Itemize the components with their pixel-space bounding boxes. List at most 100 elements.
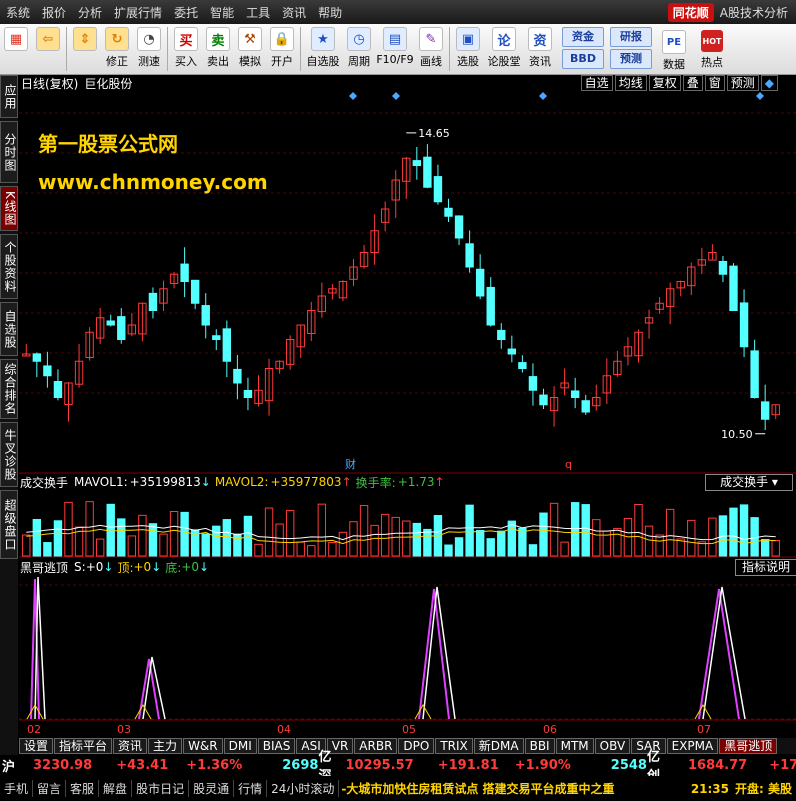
candlestick [127,313,137,337]
chevron-down-icon: ▾ [771,475,778,489]
data-button[interactable]: PE 数据 [658,27,690,77]
menu-item[interactable]: 分析 [72,4,108,21]
menu-item[interactable]: 扩展行情 [108,4,168,21]
candlestick [317,282,327,318]
candle-body [148,292,158,311]
candle-body [180,263,189,282]
diamond-marker-icon[interactable] [349,92,357,100]
ind-bottom-value: +0 [181,560,200,574]
indicator-tab[interactable]: TRIX [435,738,473,754]
sidebar-tab[interactable]: 个股资料 [0,234,18,299]
diamond-marker-icon[interactable] [539,92,547,100]
indicator-help-button[interactable]: 指标说明 [735,559,796,576]
cy-index[interactable]: 1684.77 [688,758,747,773]
toolbar-button[interactable]: 🔒 开户 [266,24,298,74]
sh-amount: 2698 [282,757,319,773]
candle-body [53,381,63,399]
toolbar-button[interactable]: ▣ 选股 [452,24,484,74]
candlestick [22,343,31,357]
forecast-button[interactable]: 预测 [610,49,652,69]
menu-item[interactable]: 帮助 [312,4,348,21]
sell-icon: 卖 [206,27,230,51]
indicator-tab[interactable]: EXPMA [666,738,719,754]
indicator-tab[interactable]: 资讯 [113,738,148,754]
news-bar-item[interactable]: 行情 [234,780,268,797]
finance-event-marker[interactable]: 财 [345,457,356,471]
toolbar-button[interactable]: ⚒ 模拟 [234,24,266,74]
vol-indicator-dropdown[interactable]: 成交换手 ▾ [705,474,793,491]
indicator-tab[interactable]: DMI [223,738,257,754]
hotspot-button[interactable]: HOT 热点 [696,27,728,77]
toolbar-button[interactable]: ⇕ [69,24,101,74]
toolbar-button[interactable]: 资资讯 [524,24,556,74]
sh-label: 沪 [2,759,16,775]
candlestick [539,388,548,409]
sidebar-tab[interactable]: 应用 [0,75,18,118]
news-bar-item[interactable]: 留言 [33,780,67,797]
indicator-tab[interactable]: 黑哥逃顶 [719,738,778,754]
menu-item[interactable]: 智能 [204,4,240,21]
news-bar-item[interactable]: 客服 [66,780,100,797]
indicator-tab[interactable]: 指标平台 [54,738,113,754]
news-bar-item[interactable]: 解盘 [99,780,133,797]
menu-item[interactable]: 资讯 [276,4,312,21]
toolbar-button[interactable]: 买买入 [170,24,202,74]
sidebar-tab[interactable]: 牛叉诊股 [0,422,18,487]
candlestick [528,363,538,406]
bbd-button[interactable]: BBD [562,49,604,69]
menu-item[interactable]: 报价 [36,4,72,21]
fund-button[interactable]: 资金 [562,27,604,47]
candle-body [497,329,506,341]
toolbar-button[interactable]: ⇦ [32,24,64,74]
indicator-tab[interactable]: DPO [398,738,435,754]
ind-bottom-label: 底: [165,560,182,575]
sz-index[interactable]: 10295.57 [345,758,413,773]
diamond-marker-icon[interactable] [756,92,764,100]
research-report-button[interactable]: 研报 [610,27,652,47]
toolbar-button[interactable]: ▦ [0,24,32,74]
indicator-tab[interactable]: BBI [524,738,555,754]
menu-item[interactable]: 系统 [0,4,36,21]
indicator-tab[interactable]: 设置 [19,738,54,754]
sidebar-tab[interactable]: 分时图 [0,121,18,183]
sidebar-tab[interactable]: 综合排名 [0,359,18,419]
menu-item[interactable]: 委托 [168,4,204,21]
news-bar-item[interactable]: 手机 [0,780,34,797]
toolbar-button[interactable]: ▤ F10/F9 [375,24,415,74]
news-headline[interactable]: -大城市加快住房租赁试点 搭建交易平台成重中之重 [341,780,614,797]
toolbar-button[interactable]: 卖卖出 [202,24,234,74]
toolbar-button[interactable]: 论论股堂 [484,24,524,74]
indicator-tab[interactable]: 新DMA [473,738,524,754]
diamond-marker-icon[interactable] [392,92,400,100]
news-bar-item[interactable]: 24小时滚动 [267,780,340,797]
toolbar-button[interactable]: ◷ 周期 [343,24,375,74]
volume-bar [655,534,664,557]
candlestick [359,244,369,269]
candlestick [190,279,200,310]
indicator-tab[interactable]: ARBR [354,738,398,754]
star-icon: ★ [311,27,335,51]
sh-index[interactable]: 3230.98 [33,758,92,773]
down-arrow-icon: ↓ [199,560,210,574]
candlestick [602,358,612,404]
indicator-tab[interactable]: OBV [594,738,631,754]
mavol2-value: +35977803 [270,475,342,489]
q-event-marker[interactable]: q [565,458,572,471]
toolbar-button[interactable]: ↻ 修正 [101,24,133,74]
ind-top-label: 顶: [117,560,134,575]
news-bar-item[interactable]: 股灵通 [189,780,235,797]
sidebar-tab[interactable]: K线图 [0,186,18,231]
index-status-bar: 沪 3230.98 +43.41 +1.36% 2698 亿深 10295.57… [0,750,796,784]
indicator-tab[interactable]: 主力 [148,738,183,754]
menu-item[interactable]: 工具 [240,4,276,21]
toolbar-button[interactable]: ★ 自选股 [303,24,343,74]
indicator-tab[interactable]: MTM [555,738,594,754]
sidebar-tab[interactable]: 自选股 [0,302,18,356]
indicator-tab[interactable]: BIAS [257,738,296,754]
toolbar-button[interactable]: ✎ 画线 [415,24,447,74]
indicator-tab[interactable]: W&R [183,738,223,754]
candle-body [222,328,232,362]
sidebar-tab[interactable]: 超级盘口 [0,490,18,559]
toolbar-button[interactable]: ◔ 测速 [133,24,165,74]
news-bar-item[interactable]: 股市日记 [132,780,190,797]
